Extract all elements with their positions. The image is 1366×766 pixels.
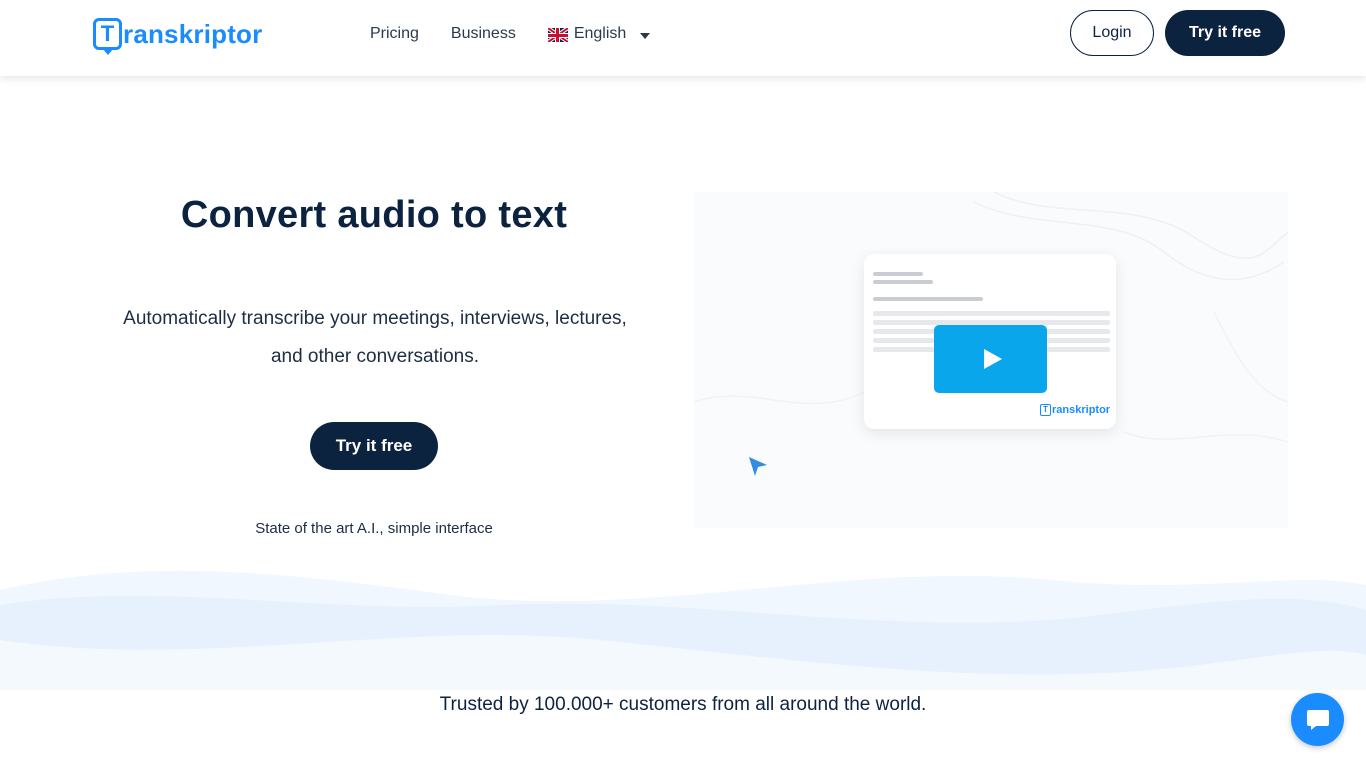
text-line	[873, 297, 983, 301]
decorative-waves	[0, 570, 1366, 710]
nav-link-business[interactable]: Business	[451, 22, 516, 46]
language-selector[interactable]: English	[547, 22, 651, 46]
main-nav: Pricing Business English	[370, 22, 651, 46]
hero-subtitle-line-1: Automatically transcribe your meetings, …	[123, 308, 627, 329]
card-brand-text: ranskriptor	[1052, 404, 1111, 416]
text-line	[873, 280, 933, 284]
nav-link-pricing[interactable]: Pricing	[370, 22, 419, 46]
hero-subtitle: Automatically transcribe your meetings, …	[80, 300, 670, 376]
video-preview[interactable]: T ranskriptor	[694, 192, 1288, 528]
hero-title: Convert audio to text	[180, 194, 568, 236]
uk-flag-icon	[547, 28, 568, 42]
chat-bubble-icon	[1306, 709, 1329, 730]
logo-mark-letter: T	[100, 21, 115, 46]
language-label: English	[573, 25, 627, 42]
try-it-free-header-button[interactable]: Try it free	[1165, 10, 1285, 56]
text-line	[873, 311, 1110, 316]
card-brand-logo: T ranskriptor	[1040, 404, 1110, 416]
site-header: T ranskriptor Pricing Business English L…	[0, 0, 1366, 76]
play-button[interactable]	[934, 325, 1047, 393]
play-icon	[983, 349, 1002, 369]
transcript-card: T ranskriptor	[864, 254, 1116, 429]
chat-button[interactable]	[1291, 693, 1344, 746]
try-it-free-hero-button[interactable]: Try it free	[310, 422, 438, 470]
login-button[interactable]: Login	[1070, 10, 1154, 56]
page: T ranskriptor Pricing Business English L…	[0, 0, 1366, 766]
cursor-arrow-icon	[749, 457, 767, 476]
hero-subtitle-line-2: and other conversations.	[270, 346, 480, 367]
transkriptor-logo[interactable]: T ranskriptor	[93, 14, 263, 55]
trusted-by-text: Trusted by 100.000+ customers from all a…	[439, 694, 927, 715]
logo-mark-icon: T	[93, 18, 122, 55]
logo-text: ranskriptor	[123, 18, 263, 49]
card-brand-mark-icon: T	[1040, 404, 1051, 416]
chevron-down-icon	[640, 33, 651, 39]
hero-note: State of the art A.I., simple interface	[255, 520, 493, 537]
text-line	[873, 272, 923, 276]
